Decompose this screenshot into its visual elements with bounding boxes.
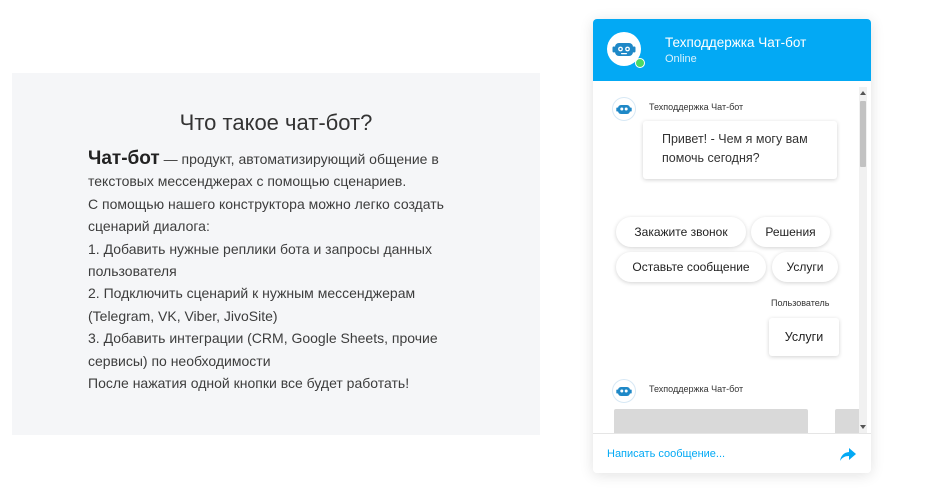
quick-reply-services[interactable]: Услуги <box>772 252 838 282</box>
chat-title: Техподдержка Чат-бот <box>665 35 807 50</box>
bot-sender-name: Техподдержка Чат-бот <box>649 384 744 394</box>
bot-message-text: помочь сегодня? <box>662 151 760 165</box>
info-line: (Telegram, VK, Viber, JivoSite) <box>88 307 278 324</box>
info-line: 2. Подключить сценарий к нужным мессендж… <box>88 285 416 302</box>
bot-message-text: Привет! - Чем я могу вам <box>662 132 808 146</box>
user-message-bubble: Услуги <box>769 318 839 356</box>
bot-message-bubble: Привет! - Чем я могу вам помочь сегодня? <box>643 121 837 179</box>
info-line: пользователя <box>88 263 177 280</box>
info-line: С помощью нашего конструктора можно легк… <box>88 195 444 212</box>
info-title: Что такое чат-бот? <box>179 110 373 135</box>
chat-status: Online <box>665 53 697 65</box>
info-text: Чат-бот — продукт, автоматизирующий обще… <box>88 148 488 394</box>
bot-message-avatar <box>612 97 636 121</box>
bot-sender-name: Техподдержка Чат-бот <box>649 102 744 112</box>
chat-scrollbar[interactable] <box>859 87 867 433</box>
chat-widget: Техподдержка Чат-бот Online Техподдержка… <box>593 19 871 473</box>
scroll-thumb[interactable] <box>860 101 866 167</box>
robot-icon <box>616 387 632 396</box>
chat-footer <box>593 433 871 473</box>
info-term: Чат-бот <box>88 148 160 169</box>
info-panel: Что такое чат-бот? Чат-бот — продукт, ав… <box>12 73 540 435</box>
robot-icon <box>616 105 632 114</box>
info-lead: — продукт, автоматизирующий общение в <box>159 151 439 167</box>
info-line: сервисы) по необходимости <box>88 352 271 369</box>
chat-header: Техподдержка Чат-бот Online <box>593 19 871 81</box>
scroll-down-arrow-icon[interactable] <box>860 425 866 429</box>
scroll-up-arrow-icon[interactable] <box>860 91 866 95</box>
quick-reply-leave-message[interactable]: Оставьте сообщение <box>616 252 766 282</box>
info-line: текстовых мессенджерах с помощью сценари… <box>88 173 407 190</box>
send-arrow-icon[interactable] <box>839 445 857 463</box>
info-line: 1. Добавить нужные реплики бота и запрос… <box>88 240 432 257</box>
quick-reply-order-call[interactable]: Закажите звонок <box>616 217 746 247</box>
user-sender-name: Пользователь <box>771 298 830 308</box>
chat-messages[interactable]: Техподдержка Чат-бот Привет! - Чем я мог… <box>593 81 871 433</box>
online-indicator <box>635 58 645 68</box>
message-input[interactable] <box>607 444 827 464</box>
card-placeholder <box>614 409 808 433</box>
quick-reply-solutions[interactable]: Решения <box>751 217 830 247</box>
bot-message-avatar <box>612 379 636 403</box>
info-line: сценарий диалога: <box>88 218 210 235</box>
info-line: После нажатия одной кнопки все будет раб… <box>88 375 410 392</box>
info-line: 3. Добавить интеграции (CRM, Google Shee… <box>88 330 438 347</box>
